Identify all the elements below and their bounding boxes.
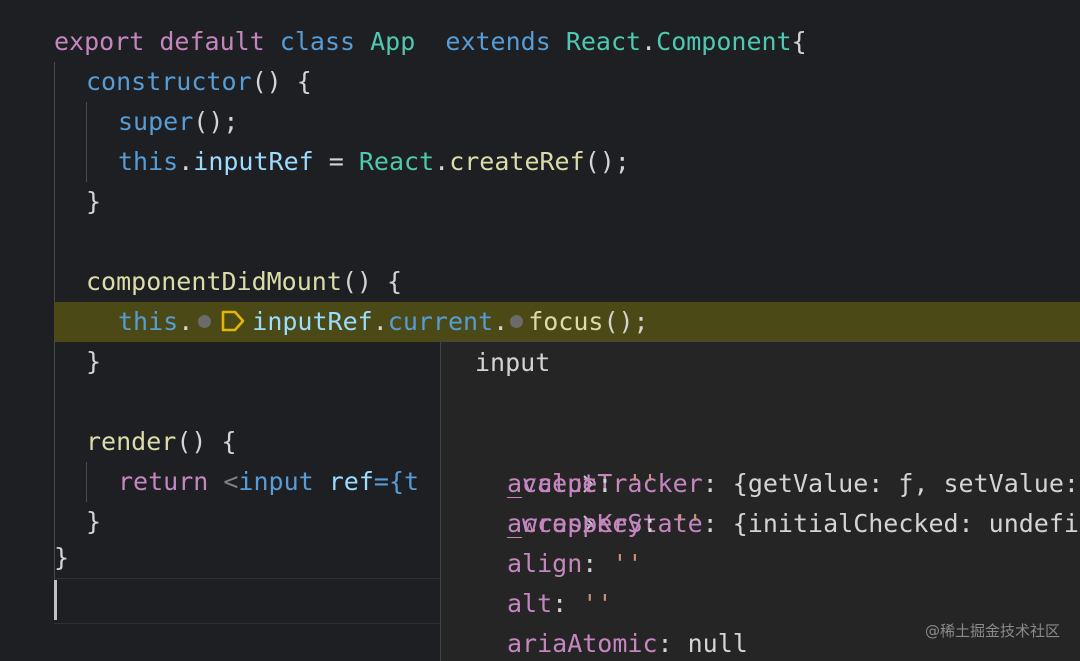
inline-breakpoint-icon[interactable] <box>198 315 212 328</box>
token-punc: (); <box>603 307 649 336</box>
token-eq: = <box>313 147 359 176</box>
code-editor[interactable]: export default class App extends React.C… <box>0 0 1080 661</box>
debug-paused-arrow-icon <box>221 310 245 332</box>
debug-hover-panel[interactable]: input _valueTracker: {getValue: ƒ, setVa… <box>440 341 1080 661</box>
token-createref: createRef <box>449 147 585 176</box>
token-constructor: constructor <box>86 67 252 96</box>
hover-title: input <box>475 348 551 377</box>
token-return: return <box>118 467 209 496</box>
current-line-box <box>54 578 444 624</box>
token-punc: () { <box>176 427 237 456</box>
token-brace: } <box>86 507 102 536</box>
token-class: class <box>279 27 356 56</box>
token-current: current <box>387 307 494 336</box>
hover-key: accessKey <box>507 509 643 538</box>
token-ref-attr: ref <box>313 467 374 496</box>
token-render: render <box>86 427 177 456</box>
hover-sep: : <box>552 589 583 618</box>
hover-row-accept[interactable]: accept: '' <box>507 464 658 504</box>
token-super: super <box>118 107 194 136</box>
hover-key: align <box>507 549 583 578</box>
hover-key: alt <box>507 589 553 618</box>
token-brace: } <box>54 543 70 572</box>
token-inputref: inputRef <box>193 147 314 176</box>
code-line-4[interactable]: this.inputRef = React.createRef(); <box>118 142 630 182</box>
token-lt: < <box>208 467 239 496</box>
token-export: export <box>54 27 145 56</box>
token-component: Component <box>656 27 792 56</box>
hover-value: {getValue: ƒ, setValue: ƒ <box>732 469 1080 498</box>
hover-value: '' <box>672 509 703 538</box>
hover-sep: : <box>642 509 673 538</box>
hover-value: '' <box>582 589 613 618</box>
hover-value: null <box>687 629 748 658</box>
token-brace: } <box>86 187 102 216</box>
token-brace: } <box>86 347 102 376</box>
code-line-12[interactable]: return <input ref={t <box>118 462 419 502</box>
token-dot: . <box>434 147 450 176</box>
hover-row-align[interactable]: align: '' <box>507 544 642 584</box>
code-line-7[interactable]: componentDidMount() { <box>86 262 402 302</box>
inline-breakpoint-icon[interactable] <box>510 315 524 328</box>
chevron-right-icon[interactable] <box>475 464 594 584</box>
token-react: React <box>565 27 642 56</box>
token-this: this <box>118 147 179 176</box>
token-punc: () { <box>341 267 403 296</box>
token-dot: . <box>372 307 388 336</box>
token-componentdidmount: componentDidMount <box>86 267 342 296</box>
hover-value: '' <box>627 469 658 498</box>
token-extends: extends <box>445 27 551 56</box>
token-this: this <box>118 307 179 336</box>
hover-row-accesskey[interactable]: accessKey: '' <box>507 504 703 544</box>
token-dot: . <box>493 307 509 336</box>
token-punc: (); <box>193 107 239 136</box>
token-inputref: inputRef <box>252 307 373 336</box>
hover-row-wrapperstate[interactable]: _wrapperState: {initialChecked: undefine… <box>441 424 1080 538</box>
token-eq-brace: ={ <box>373 467 405 496</box>
token-punc: (); <box>584 147 630 176</box>
token-default: default <box>159 27 265 56</box>
token-brace: { <box>791 27 807 56</box>
code-line-13[interactable]: } <box>86 502 101 542</box>
hover-key: accept <box>507 469 598 498</box>
code-line-14[interactable]: } <box>54 538 69 578</box>
hover-value: '' <box>612 549 643 578</box>
hover-sep: : <box>657 629 688 658</box>
token-focus: focus <box>528 307 604 336</box>
hover-sep: : <box>702 509 733 538</box>
hover-sep: : <box>702 469 733 498</box>
code-line-2[interactable]: constructor() { <box>86 62 312 102</box>
indent-guide <box>86 102 87 182</box>
hover-sep: : <box>582 549 613 578</box>
hover-value: {initialChecked: undefined <box>732 509 1080 538</box>
code-line-1[interactable]: export default class App extends React.C… <box>54 22 807 62</box>
code-line-9[interactable]: } <box>86 342 101 382</box>
hover-row-valuetracker[interactable]: _valueTracker: {getValue: ƒ, setValue: ƒ <box>441 384 1079 498</box>
watermark: @稀土掘金技术社区 <box>924 622 1060 640</box>
text-cursor <box>54 580 57 620</box>
hover-row-ariaatomic[interactable]: ariaAtomic: null <box>507 624 748 661</box>
token-react: React <box>358 147 435 176</box>
hover-row-alt[interactable]: alt: '' <box>507 584 612 624</box>
code-line-8[interactable]: this. inputRef.current. focus(); <box>118 302 649 342</box>
token-dot: . <box>178 307 194 336</box>
token-input-tag: input <box>238 467 314 496</box>
token-partial: t <box>404 467 420 496</box>
code-line-11[interactable]: render() { <box>86 422 237 462</box>
token-dot: . <box>178 147 194 176</box>
token-class-name: App <box>370 27 416 56</box>
hover-sep: : <box>597 469 628 498</box>
token-dot: . <box>641 27 657 56</box>
code-line-5[interactable]: } <box>86 182 101 222</box>
indent-guide <box>86 462 87 502</box>
token-punc: () { <box>251 67 312 96</box>
code-line-3[interactable]: super(); <box>118 102 238 142</box>
hover-key: ariaAtomic <box>507 629 658 658</box>
